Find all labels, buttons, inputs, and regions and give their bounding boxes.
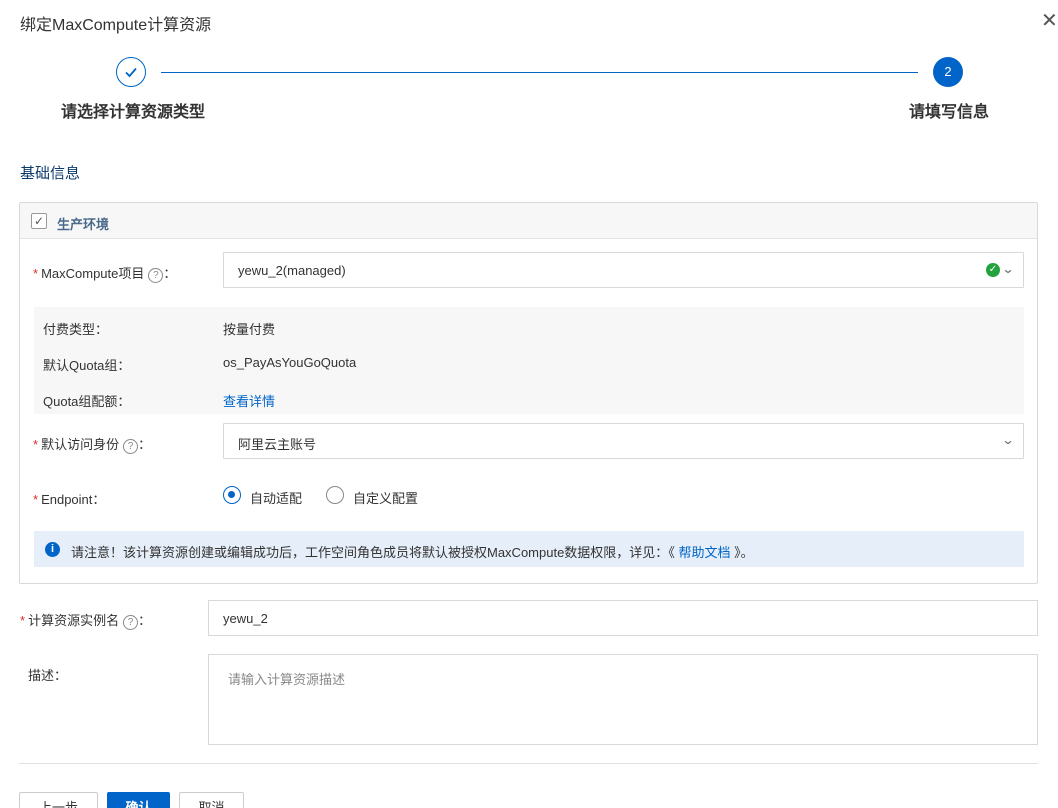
dialog-title: 绑定MaxCompute计算资源 (20, 17, 212, 34)
project-label-text: MaxCompute项目 (41, 266, 145, 281)
help-icon[interactable]: ? (148, 268, 164, 283)
step-connector (161, 72, 918, 73)
step-2-number: 2 (933, 57, 963, 87)
close-icon[interactable]: ✕ (1041, 10, 1058, 32)
chevron-down-icon: ⌄ (1001, 262, 1015, 276)
help-doc-link[interactable]: 帮助文档 (675, 545, 734, 560)
help-icon[interactable]: ? (123, 439, 139, 454)
required-mark: * (33, 266, 39, 281)
section-title-basic-info: 基础信息 (20, 165, 81, 182)
info-key-quota-group: 默认Quota组： (43, 358, 131, 373)
prev-step-button[interactable]: 上一步 (19, 792, 98, 808)
panel-title: 生产环境 (57, 217, 110, 232)
info-value-quota-group: os_PayAsYouGoQuota (223, 355, 357, 370)
notice-text: 请注意！该计算资源创建或编辑成功后，工作空间角色成员将默认被授权MaxCompu… (71, 542, 754, 561)
endpoint-auto-radio[interactable] (223, 486, 241, 504)
notice-bracket-close: 》。 (734, 545, 754, 560)
step-1-label: 请选择计算资源类型 (61, 104, 206, 121)
info-key-billing: 付费类型： (43, 322, 109, 337)
view-details-link[interactable]: 查看详情 (223, 391, 275, 410)
endpoint-custom-label[interactable]: 自定义配置 (353, 488, 418, 507)
check-circle-icon: ✓ (986, 263, 1000, 277)
instance-name-input[interactable]: yewu_2 (208, 600, 1038, 636)
required-mark: * (33, 492, 39, 507)
identity-select-value: 阿里云主账号 (238, 437, 317, 452)
permission-notice: i 请注意！该计算资源创建或编辑成功后，工作空间角色成员将默认被授权MaxCom… (34, 531, 1024, 567)
info-key-quota-amount: Quota组配额： (43, 394, 131, 409)
required-mark: * (20, 613, 26, 628)
endpoint-label: * Endpoint： (33, 489, 105, 508)
project-select[interactable]: yewu_2(managed) ✓ ⌄ (223, 252, 1024, 288)
footer-divider (19, 763, 1038, 764)
project-label: * MaxCompute项目?： (33, 263, 176, 283)
description-label: 描述： (28, 668, 68, 683)
chevron-down-icon: ⌄ (1001, 433, 1015, 447)
cancel-button[interactable]: 取消 (179, 792, 244, 808)
identity-label-text: 默认访问身份 (41, 437, 120, 452)
endpoint-label-text: Endpoint： (41, 492, 106, 507)
required-mark: * (33, 437, 39, 452)
step-1-done-check-icon (116, 57, 146, 87)
label-colon: ： (163, 266, 177, 281)
instance-name-label: * 计算资源实例名?： (20, 610, 151, 630)
production-env-panel: ✓ 生产环境 * MaxCompute项目?： yewu_2(managed) ✓… (19, 202, 1038, 584)
description-textarea[interactable]: 请输入计算资源描述 (208, 654, 1038, 745)
label-colon: ： (138, 613, 152, 628)
identity-select[interactable]: 阿里云主账号 ⌄ (223, 423, 1024, 459)
notice-message: 请注意！该计算资源创建或编辑成功后，工作空间角色成员将默认被授权MaxCompu… (71, 545, 669, 560)
endpoint-auto-label[interactable]: 自动适配 (250, 488, 302, 507)
quota-info-block: 付费类型： 按量付费 默认Quota组： os_PayAsYouGoQuota … (34, 307, 1024, 414)
info-value-billing: 按量付费 (223, 322, 276, 337)
panel-header: ✓ 生产环境 (20, 203, 1037, 239)
help-icon[interactable]: ? (123, 615, 139, 630)
identity-label: * 默认访问身份?： (33, 434, 151, 454)
label-colon: ： (138, 437, 152, 452)
confirm-button[interactable]: 确认 (107, 792, 170, 808)
production-env-checkbox[interactable]: ✓ (31, 213, 47, 229)
instance-name-label-text: 计算资源实例名 (28, 613, 120, 628)
instance-name-value: yewu_2 (223, 611, 268, 626)
description-placeholder: 请输入计算资源描述 (228, 672, 346, 687)
info-icon: i (45, 542, 60, 557)
endpoint-custom-radio[interactable] (326, 486, 344, 504)
bind-compute-dialog: 绑定MaxCompute计算资源 ✕ 2 请选择计算资源类型 请填写信息 基础信… (0, 0, 1058, 808)
project-select-value: yewu_2(managed) (238, 263, 346, 278)
step-2-label: 请填写信息 (909, 104, 990, 121)
